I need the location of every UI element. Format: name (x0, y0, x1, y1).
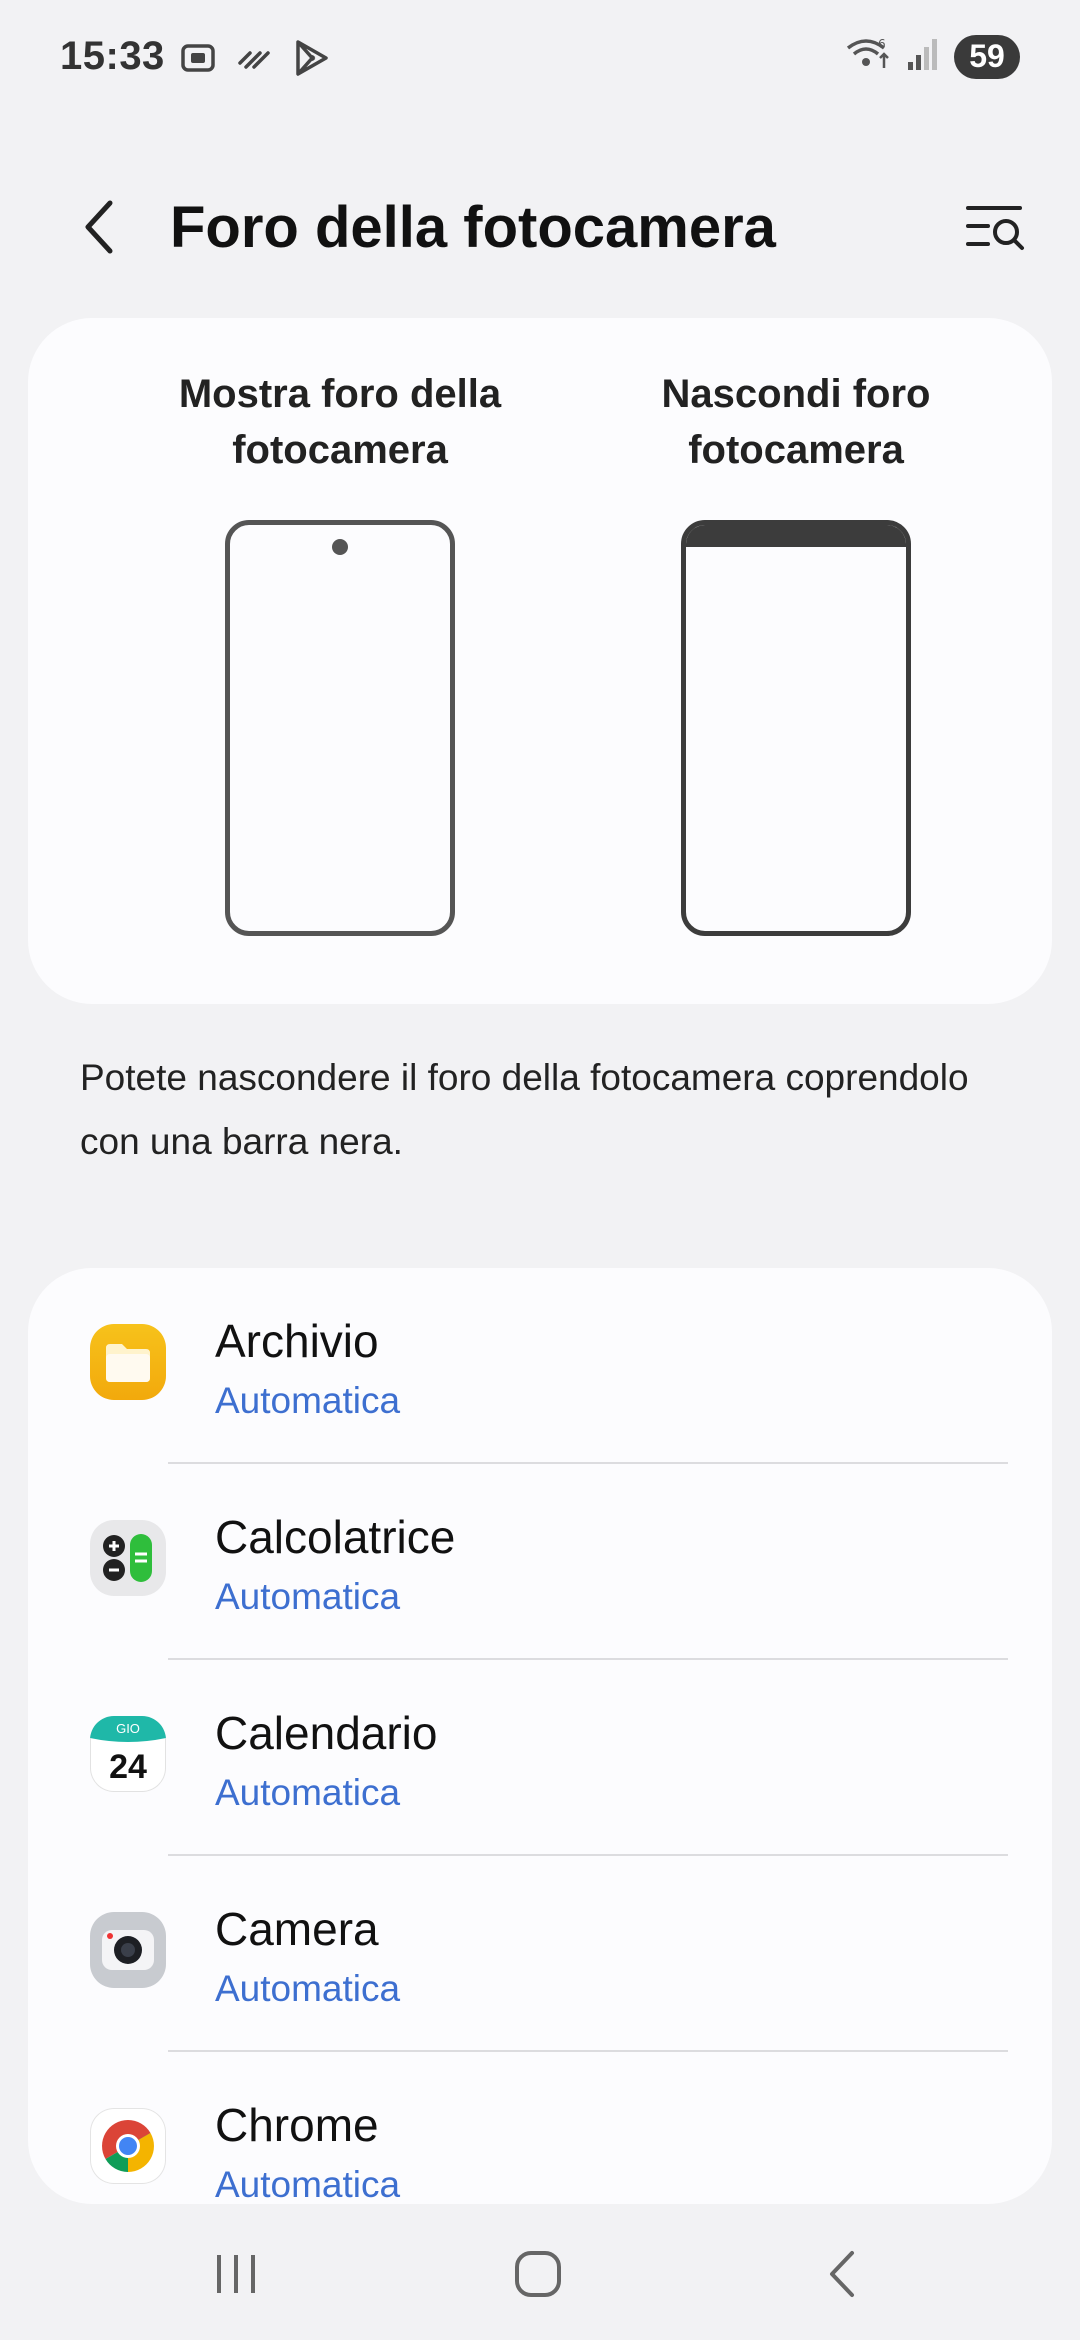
play-store-icon (292, 38, 330, 83)
recents-button[interactable] (176, 2236, 296, 2316)
camera-icon (90, 1912, 166, 1988)
screen: 15:33 6 59 Foro della fotocamera Mostra … (0, 0, 1080, 2340)
search-button[interactable] (956, 192, 1036, 268)
signal-lines-icon (236, 39, 274, 82)
chevron-left-icon (80, 197, 120, 262)
app-name: Calcolatrice (215, 1511, 456, 1563)
recents-icon (211, 2249, 261, 2304)
phone-preview-show (225, 520, 455, 936)
folder-icon (90, 1324, 166, 1400)
back-button[interactable] (70, 194, 130, 264)
calendar-icon-date: 24 (109, 1748, 147, 1786)
app-name: Chrome (215, 2099, 379, 2151)
phone-preview-hide (681, 520, 911, 936)
status-bar: 15:33 6 59 (0, 0, 1080, 116)
preview-card: Mostra foro della fotocamera Nascondi fo… (28, 318, 1052, 1004)
nav-back-button[interactable] (782, 2236, 902, 2316)
show-camera-hole-option[interactable]: Mostra foro della fotocamera (130, 366, 550, 936)
description-text: Potete nascondere il foro della fotocame… (80, 1057, 969, 1162)
calendar-icon-day: GIO (116, 1721, 140, 1736)
status-time: 15:33 (60, 34, 165, 78)
app-mode: Automatica (215, 1380, 401, 1421)
calculator-icon (90, 1520, 166, 1596)
show-camera-hole-label: Mostra foro della fotocamera (178, 372, 502, 472)
search-list-icon (964, 200, 1028, 261)
app-name: Archivio (215, 1315, 379, 1367)
app-mode: Automatica (215, 1968, 401, 2009)
navigation-bar (0, 2210, 1080, 2340)
app-name: Calendario (215, 1707, 438, 1759)
app-mode: Automatica (215, 1576, 401, 1617)
list-item-calcolatrice[interactable]: Calcolatrice Automatica (28, 1464, 1052, 1660)
svg-text:6: 6 (878, 37, 886, 51)
app-bar: Foro della fotocamera (0, 170, 1080, 290)
home-icon (512, 2248, 564, 2305)
camera-hole-dot (332, 539, 348, 555)
home-button[interactable] (478, 2236, 598, 2316)
list-item-archivio[interactable]: Archivio Automatica (28, 1268, 1052, 1464)
hide-camera-hole-label: Nascondi foro fotocamera (661, 372, 931, 472)
black-bar (686, 525, 906, 547)
hide-camera-hole-option[interactable]: Nascondi foro fotocamera (586, 366, 1006, 936)
back-icon (822, 2247, 862, 2306)
app-mode: Automatica (215, 1772, 401, 1813)
page-title: Foro della fotocamera (170, 195, 776, 260)
battery-indicator: 59 (954, 34, 1020, 79)
screenshot-icon (178, 38, 218, 83)
list-item-calendario[interactable]: GIO 24 Calendario Automatica (28, 1660, 1052, 1856)
calendar-icon: GIO 24 (90, 1716, 166, 1792)
wifi-icon: 6 (844, 34, 892, 79)
app-mode: Automatica (215, 2164, 401, 2204)
status-icons-left (178, 38, 330, 83)
status-icons-right: 6 59 (844, 34, 1020, 79)
app-name: Camera (215, 1903, 379, 1955)
list-item-chrome[interactable]: Chrome Automatica (28, 2052, 1052, 2204)
chrome-icon (90, 2108, 166, 2184)
cell-signal-icon (906, 36, 940, 77)
list-item-camera[interactable]: Camera Automatica (28, 1856, 1052, 2052)
app-list: Archivio Automatica Calcolatrice Automat… (28, 1268, 1052, 2204)
